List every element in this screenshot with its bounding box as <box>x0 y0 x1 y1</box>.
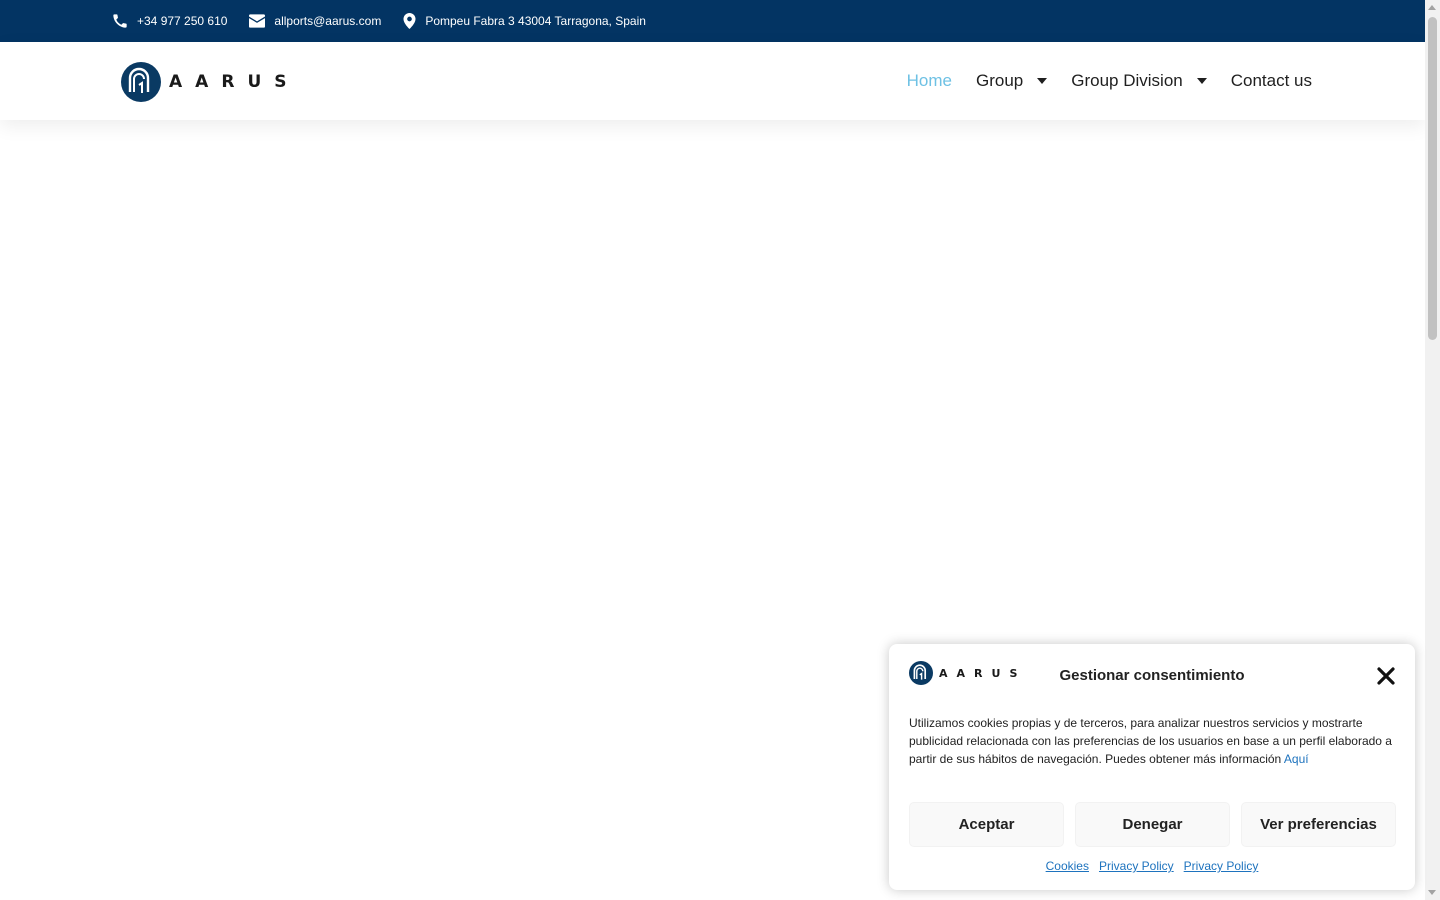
logo-letter: U <box>247 72 262 92</box>
map-pin-icon <box>403 13 416 29</box>
scrollbar-thumb[interactable] <box>1428 17 1437 340</box>
nav-item-group-division[interactable]: Group Division <box>1071 71 1207 91</box>
cookie-more-info-link[interactable]: Aquí <box>1284 752 1309 766</box>
cookie-title: Gestionar consentimiento <box>1059 667 1245 684</box>
page-scrollbar[interactable] <box>1425 0 1440 900</box>
site-header: A A R U S Home Group Group Division Cont… <box>0 42 1425 120</box>
logo-letter: A <box>195 72 209 92</box>
nav-item-group[interactable]: Group <box>975 71 1048 91</box>
privacy-policy-link[interactable]: Privacy Policy <box>1099 859 1174 873</box>
privacy-policy-link[interactable]: Privacy Policy <box>1184 859 1259 873</box>
caret-down-icon <box>1196 78 1207 84</box>
nav-item-contact[interactable]: Contact us <box>1231 71 1312 91</box>
nav-item-label: Contact us <box>1230 71 1312 90</box>
logo-letter: R <box>221 72 235 92</box>
logo-letter: S <box>274 72 287 92</box>
page: +34 977 250 610 allports@aarus.com Pompe… <box>0 0 1440 900</box>
aarus-logo-icon <box>121 62 161 102</box>
close-icon[interactable] <box>1377 667 1395 685</box>
nav-item-label: Group Division <box>1071 71 1183 90</box>
topbar-email[interactable]: allports@aarus.com <box>249 14 381 28</box>
cookies-link[interactable]: Cookies <box>1046 859 1089 873</box>
address-text: Pompeu Fabra 3 43004 Tarragona, Spain <box>425 14 646 28</box>
preferences-button[interactable]: Ver preferencias <box>1241 802 1396 847</box>
phone-icon <box>113 14 127 28</box>
scroll-down-arrow-icon[interactable] <box>1428 890 1436 895</box>
logo-wordmark: A A R U S <box>169 72 300 92</box>
envelope-icon <box>249 14 266 28</box>
logo-letter: A <box>169 72 183 92</box>
deny-button[interactable]: Denegar <box>1075 802 1230 847</box>
accept-button[interactable]: Aceptar <box>909 802 1064 847</box>
main-nav: Home Group Group Division Contact us <box>883 42 1312 120</box>
email-text: allports@aarus.com <box>274 14 382 28</box>
cookie-message-text: Utilizamos cookies propias y de terceros… <box>909 716 1392 766</box>
cookie-buttons: Aceptar Denegar Ver preferencias <box>909 802 1396 847</box>
scroll-up-arrow-icon[interactable] <box>1428 5 1436 10</box>
topbar-phone[interactable]: +34 977 250 610 <box>112 13 227 29</box>
cookie-consent-dialog: A A R U S Gestionar consentimiento Utili… <box>889 644 1415 890</box>
nav-item-label: Group <box>975 71 1024 90</box>
phone-text: +34 977 250 610 <box>137 14 228 28</box>
cookie-policy-links: Cookies Privacy Policy Privacy Policy <box>889 859 1415 873</box>
topbar: +34 977 250 610 allports@aarus.com Pompe… <box>0 0 1425 42</box>
site-logo[interactable]: A A R U S <box>121 62 300 102</box>
nav-item-label: Home <box>906 71 952 90</box>
topbar-address: Pompeu Fabra 3 43004 Tarragona, Spain <box>403 13 646 29</box>
caret-down-icon <box>1037 78 1048 84</box>
cookie-message: Utilizamos cookies propias y de terceros… <box>909 714 1399 768</box>
nav-item-home[interactable]: Home <box>907 71 952 91</box>
